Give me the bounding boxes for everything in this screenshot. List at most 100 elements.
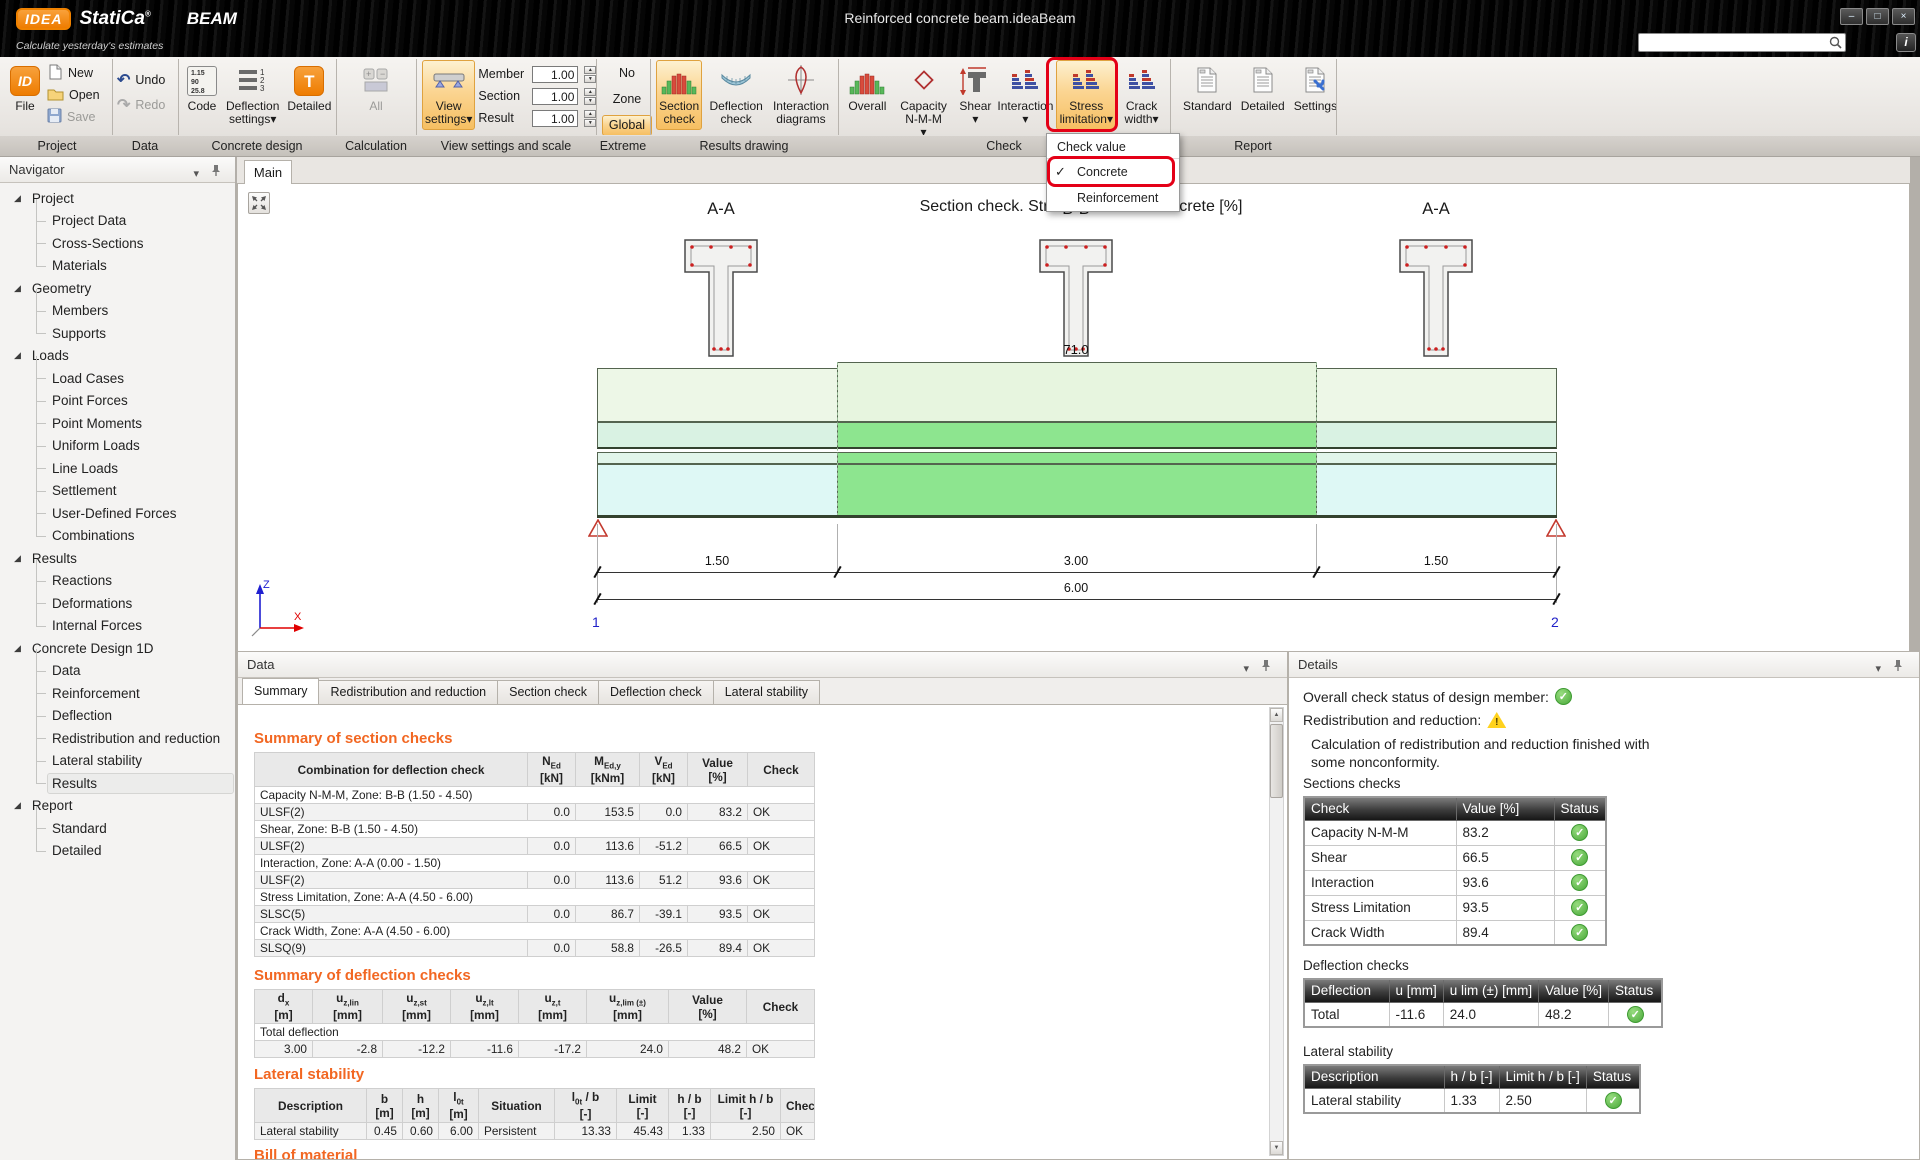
data-scrollbar[interactable]: ▲ ▼ (1269, 707, 1284, 1156)
report-settings-button[interactable]: Settings (1291, 60, 1340, 117)
tree-expander-icon[interactable]: ◢ (14, 800, 21, 811)
data-tab[interactable]: Lateral stability (713, 680, 820, 704)
interaction-button[interactable]: Interaction▾ (997, 60, 1053, 130)
deflection-settings-button[interactable]: 123 Deflection settings▾ (223, 60, 282, 130)
navigator-item[interactable]: ◢ Uniform Loads (0, 435, 233, 458)
overall-button[interactable]: Overall (844, 60, 891, 117)
all-button[interactable]: +− All (356, 60, 396, 117)
section-check-button[interactable]: Section check (656, 60, 702, 130)
section-scale-input[interactable]: 1.00 (532, 88, 578, 105)
navigator-item[interactable]: ◢ Reactions (0, 570, 233, 593)
navigator-item[interactable]: ◢ Redistribution and reduction (0, 727, 233, 750)
redo-button[interactable]: ↷ Redo (117, 94, 165, 116)
close-button[interactable]: × (1892, 8, 1915, 25)
band-top-middle (837, 362, 1317, 422)
navigator-item[interactable]: ◢ Materials (0, 255, 233, 278)
info-button[interactable]: i (1896, 33, 1916, 52)
menu-item-check-value[interactable]: Check value (1047, 134, 1179, 159)
extreme-no-button[interactable]: No (602, 63, 652, 84)
extreme-global-button[interactable]: Global (602, 115, 652, 136)
navigator-item[interactable]: ◢ Project (0, 187, 233, 210)
menu-item-reinforcement[interactable]: Reinforcement (1047, 185, 1179, 211)
navigator-item[interactable]: ◢ Cross-Sections (0, 232, 233, 255)
tab-main[interactable]: Main (244, 160, 292, 185)
result-scale-stepper[interactable]: ▲▼ (584, 110, 596, 127)
navigator-item[interactable]: ◢ Report (0, 795, 233, 818)
code-button[interactable]: 1.159025.8 Code (184, 60, 220, 117)
report-detailed-button[interactable]: Detailed (1238, 60, 1288, 117)
result-scale-input[interactable]: 1.00 (532, 110, 578, 127)
navigator-item[interactable]: ◢ Supports (0, 322, 233, 345)
dim-extension-line (837, 524, 838, 574)
deflection-check-button[interactable]: Deflection check (705, 60, 767, 130)
data-tab[interactable]: Section check (497, 680, 599, 704)
navigator-item[interactable]: ◢ Reinforcement (0, 682, 233, 705)
navigator-item[interactable]: ◢ Project Data (0, 210, 233, 233)
open-button[interactable]: Open (47, 84, 100, 106)
file-button[interactable]: ID File (6, 60, 44, 117)
navigator-item[interactable]: ◢ Concrete Design 1D (0, 637, 233, 660)
data-tab[interactable]: Redistribution and reduction (318, 680, 498, 704)
interaction-diagrams-button[interactable]: Interaction diagrams (770, 60, 832, 130)
new-button[interactable]: New (47, 62, 100, 84)
navigator-item[interactable]: ◢ Results (0, 547, 233, 570)
section-scale-stepper[interactable]: ▲▼ (584, 88, 596, 105)
fit-view-button[interactable] (248, 192, 270, 214)
deflection-settings-icon: 123 (237, 67, 269, 96)
navigator-item[interactable]: ◢ Load Cases (0, 367, 233, 390)
navigator-item[interactable]: ◢ Geometry (0, 277, 233, 300)
maximize-button[interactable]: □ (1866, 8, 1889, 25)
minimize-button[interactable]: – (1840, 8, 1863, 25)
stress-limitation-button[interactable]: Stress limitation▾ (1056, 60, 1116, 130)
navigator-item[interactable]: ◢ Point Moments (0, 412, 233, 435)
main-canvas[interactable]: Section check. Stress limitation. Concre… (237, 184, 1910, 651)
navigator-item[interactable]: ◢ User-Defined Forces (0, 502, 233, 525)
capacity-nmm-button[interactable]: Capacity N-M-M▾ (894, 60, 954, 143)
navigator-item[interactable]: ◢ Detailed (0, 840, 233, 863)
scrollbar-thumb[interactable] (1270, 724, 1283, 798)
menu-item-concrete[interactable]: ✓ Concrete (1047, 159, 1179, 185)
details-pin-icon[interactable] (1893, 657, 1903, 682)
details-collapse-icon[interactable]: ▾ (1875, 657, 1881, 682)
data-panel: Data ▾ Summary Redistribution and reduct… (237, 651, 1288, 1160)
navigator-item[interactable]: ◢ Loads (0, 345, 233, 368)
shear-button[interactable]: Shear▾ (956, 60, 994, 130)
search-input[interactable] (1642, 35, 1824, 50)
navigator-item[interactable]: ◢ Results (0, 772, 233, 795)
navigator-item[interactable]: ◢ Point Forces (0, 390, 233, 413)
details-check-row: Shear 66.5 ✓ (1304, 845, 1606, 870)
navigator-item[interactable]: ◢ Line Loads (0, 457, 233, 480)
tree-expander-icon[interactable]: ◢ (14, 283, 21, 294)
tree-expander-icon[interactable]: ◢ (14, 193, 21, 204)
data-tab[interactable]: Deflection check (598, 680, 714, 704)
view-settings-button[interactable]: View settings▾ (422, 60, 475, 130)
report-standard-button[interactable]: Standard (1180, 60, 1235, 117)
tree-expander-icon[interactable]: ◢ (14, 350, 21, 361)
navigator-item[interactable]: ◢ Settlement (0, 480, 233, 503)
search-box[interactable] (1638, 33, 1846, 52)
undo-button[interactable]: ↶ Undo (117, 69, 165, 91)
data-tab[interactable]: Summary (242, 678, 319, 704)
member-scale-stepper[interactable]: ▲▼ (584, 66, 596, 83)
navigator-item[interactable]: ◢ Members (0, 300, 233, 323)
navigator-pin-icon[interactable] (211, 162, 221, 187)
scroll-down-button[interactable]: ▼ (1270, 1141, 1283, 1155)
navigator-item[interactable]: ◢ Data (0, 660, 233, 683)
navigator-item[interactable]: ◢ Standard (0, 817, 233, 840)
save-button[interactable]: Save (47, 106, 100, 128)
details-deflection-table: Deflectionu [mm] u lim (±) [mm]Value [%]… (1303, 978, 1663, 1028)
crack-width-button[interactable]: Crack width▾ (1119, 60, 1164, 130)
detailed-button[interactable]: T Detailed (285, 60, 333, 117)
search-icon[interactable] (1828, 35, 1843, 55)
member-scale-input[interactable]: 1.00 (532, 66, 578, 83)
navigator-item[interactable]: ◢ Combinations (0, 525, 233, 548)
navigator-item[interactable]: ◢ Deflection (0, 705, 233, 728)
navigator-collapse-icon[interactable]: ▾ (193, 162, 199, 187)
tree-expander-icon[interactable]: ◢ (14, 643, 21, 654)
extreme-zone-button[interactable]: Zone (602, 89, 652, 110)
scroll-up-button[interactable]: ▲ (1270, 708, 1283, 722)
navigator-item[interactable]: ◢ Deformations (0, 592, 233, 615)
navigator-item[interactable]: ◢ Lateral stability (0, 750, 233, 773)
navigator-item[interactable]: ◢ Internal Forces (0, 615, 233, 638)
tree-expander-icon[interactable]: ◢ (14, 553, 21, 564)
